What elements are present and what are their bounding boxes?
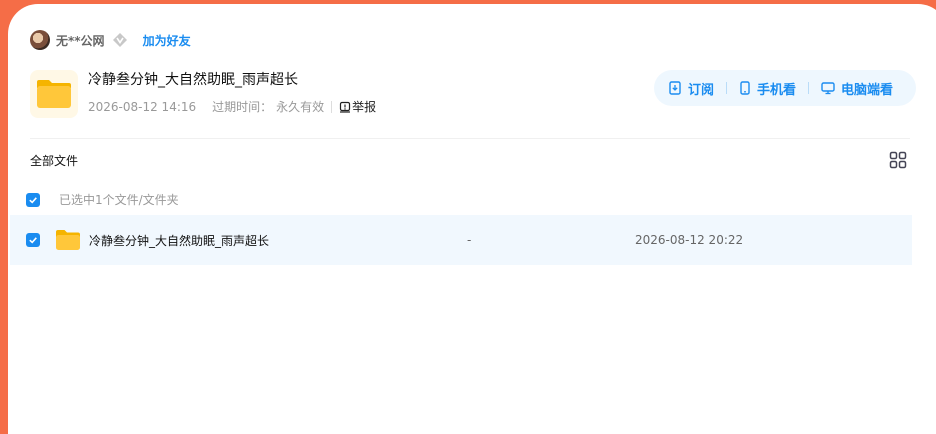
row-checkbox[interactable] [26,233,40,247]
folder-icon [30,70,78,118]
divider [331,100,333,113]
share-title: 冷静叁分钟_大自然助眠_雨声超长 [88,72,298,88]
report-label: 举报 [352,100,377,114]
file-name[interactable]: 冷静叁分钟_大自然助眠_雨声超长 [89,232,467,249]
user-name: 无**公网 [56,33,105,48]
expire-label: 过期时间： [212,100,273,114]
phone-view-button[interactable]: 手机看 [739,79,796,98]
monitor-icon [821,81,835,95]
share-header: 冷静叁分钟_大自然助眠_雨声超长 2026-08-12 14:16 过期时间： … [30,70,376,118]
breadcrumb[interactable]: 全部文件 [30,152,78,169]
grid-view-icon[interactable] [889,151,907,173]
check-icon [29,196,37,204]
file-size: - [467,233,472,247]
check-icon [29,237,37,244]
subscribe-label: 订阅 [688,82,715,98]
table-row[interactable]: 冷静叁分钟_大自然助眠_雨声超长 - 2026-08-12 20:22 [10,215,912,265]
share-created-time: 2026-08-12 14:16 [88,99,197,114]
pc-view-label: 电脑端看 [841,82,894,98]
report-icon [340,101,351,113]
vip-diamond-icon [111,31,129,49]
add-friend-link[interactable]: 加为好友 [143,32,191,49]
user-row: 无**公网 加为好友 [30,30,191,50]
divider [726,82,728,94]
subscribe-icon [668,81,682,95]
action-bar: 订阅 手机看 电脑端看 [654,70,916,106]
header-divider [30,138,910,139]
pc-view-button[interactable]: 电脑端看 [821,79,893,98]
folder-icon [55,229,81,251]
divider [808,82,810,94]
phone-icon [739,81,751,95]
file-date: 2026-08-12 20:22 [635,233,744,247]
selection-count: 已选中1个文件/文件夹 [59,193,179,207]
phone-view-label: 手机看 [757,82,797,98]
subscribe-button[interactable]: 订阅 [668,79,714,98]
select-all-checkbox[interactable] [26,192,40,207]
expire-value: 永久有效 [276,100,325,114]
selection-bar: 已选中1个文件/文件夹 [26,191,179,208]
report-button[interactable]: 举报 [339,98,376,115]
avatar[interactable] [30,30,50,50]
